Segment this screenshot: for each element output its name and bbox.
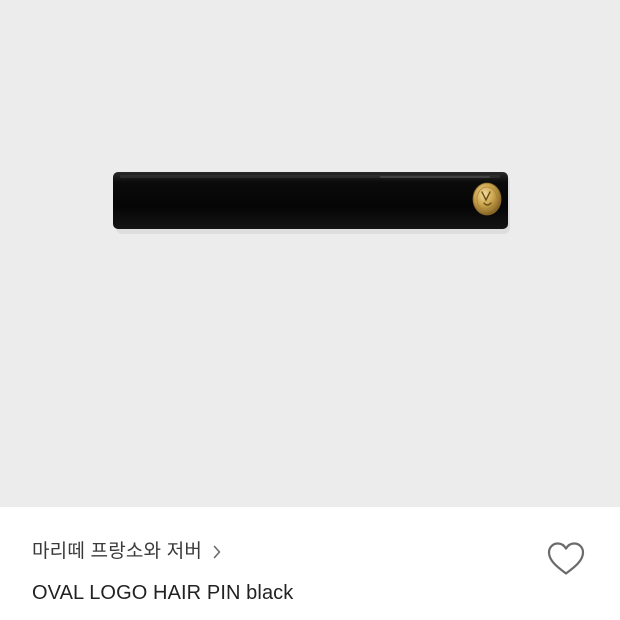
heart-outline-icon — [547, 542, 585, 575]
brand-link[interactable]: 마리떼 프랑소와 저버 — [32, 540, 222, 564]
wishlist-button[interactable] — [544, 539, 588, 579]
product-image[interactable] — [0, 0, 620, 507]
product-info: 마리떼 프랑소와 저버 OVAL LOGO HAIR PIN black — [0, 507, 620, 620]
hair-pin-photo — [113, 172, 510, 234]
brand-name: 마리떼 프랑소와 저버 — [32, 541, 203, 562]
product-card: 마리떼 프랑소와 저버 OVAL LOGO HAIR PIN black — [0, 0, 620, 620]
chevron-right-icon — [213, 545, 221, 559]
product-name: OVAL LOGO HAIR PIN black — [32, 582, 294, 604]
